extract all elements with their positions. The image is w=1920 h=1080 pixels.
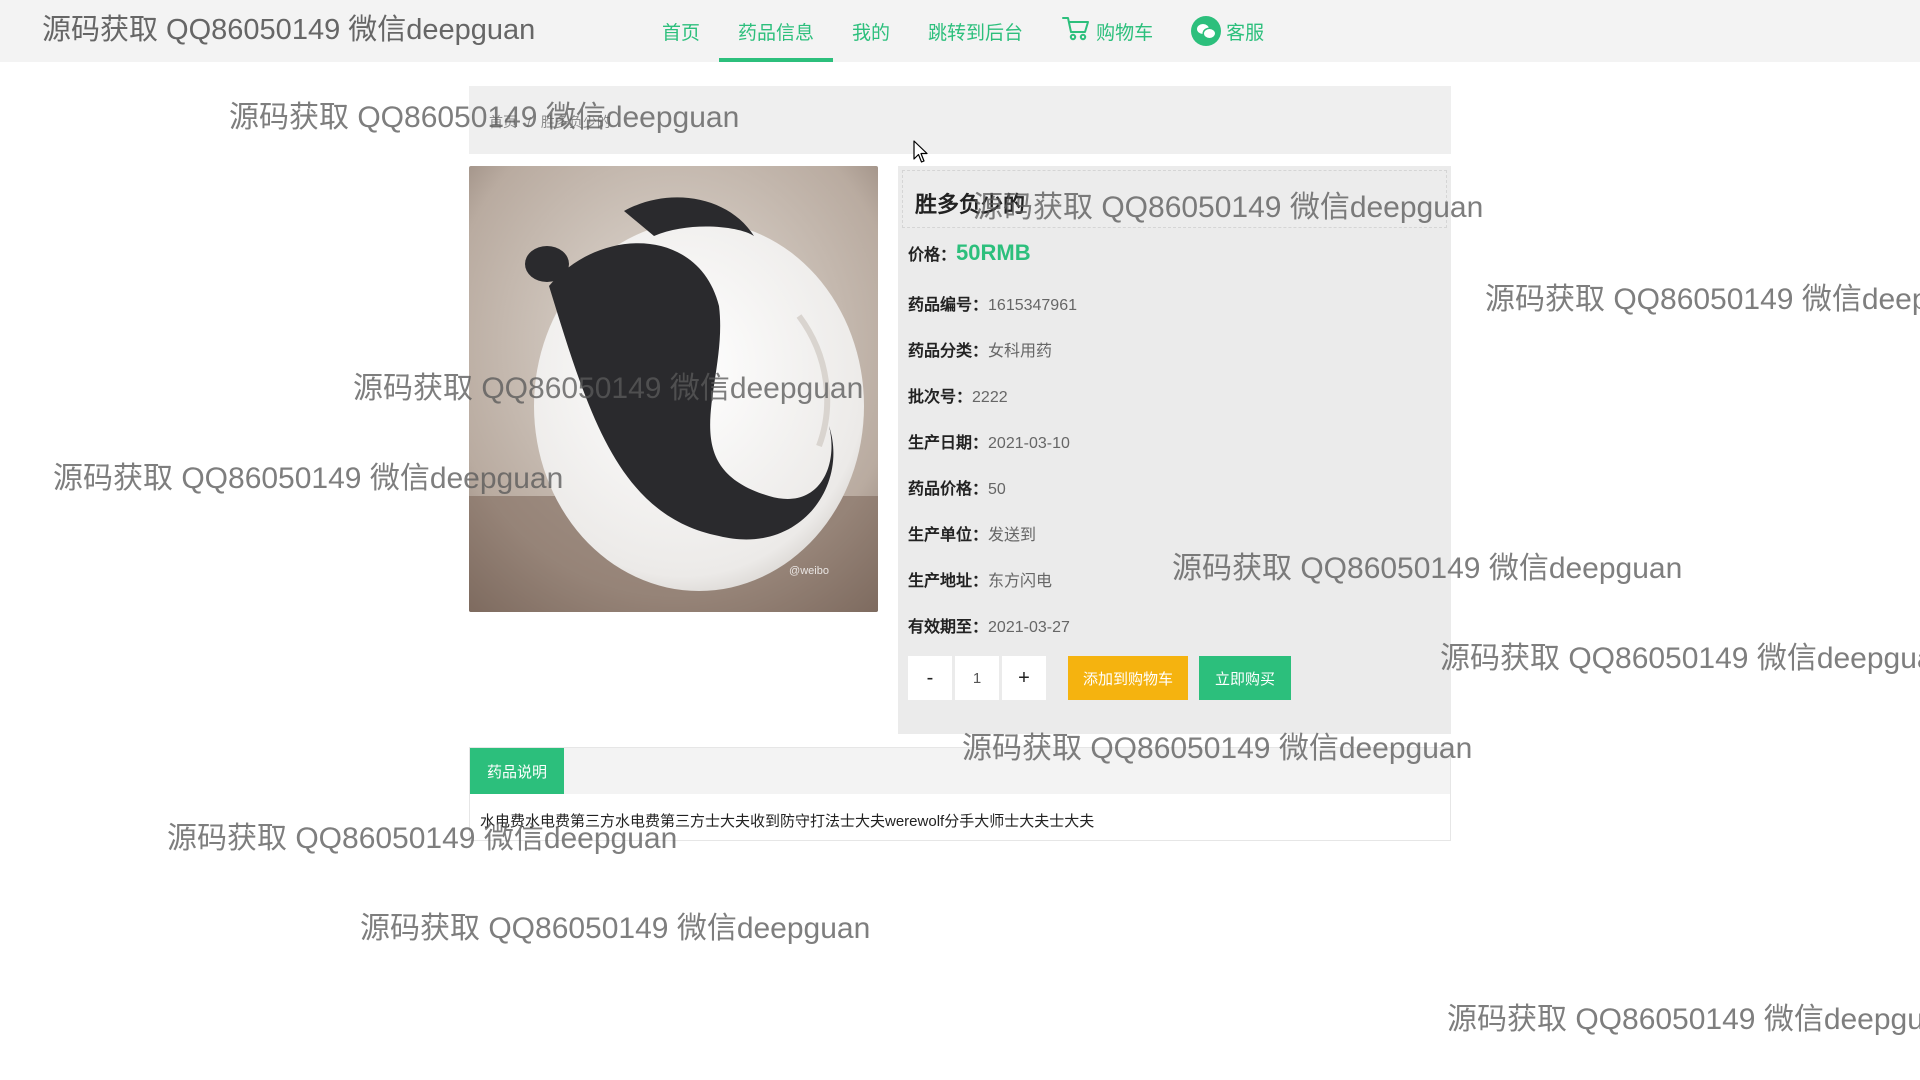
nav-customer-service-label: 客服: [1226, 22, 1265, 44]
field-row-code: 药品编号：1615347961: [908, 291, 1077, 315]
field-label: 生产单位：: [908, 527, 989, 544]
field-label: 药品编号：: [908, 297, 989, 314]
nav-medicine-info-label: 药品信息: [738, 22, 815, 44]
field-label: 生产日期：: [908, 435, 989, 452]
product-image: @weibo: [469, 166, 878, 612]
mouse-cursor-icon: [913, 140, 928, 163]
watermark: 源码获取 QQ86050149 微信deepguan: [1447, 1003, 1920, 1036]
field-value: 女科用药: [988, 343, 1053, 360]
field-row-price: 药品价格：50: [908, 475, 1006, 499]
nav-admin-jump-label: 跳转到后台: [928, 22, 1024, 44]
price-value: 50RMB: [956, 240, 1031, 265]
field-row-manufacturer: 生产单位：发送到: [908, 521, 1036, 545]
nav-admin-jump[interactable]: 跳转到后台: [909, 0, 1042, 62]
breadcrumb-separator: /: [527, 114, 531, 130]
field-row-batch: 批次号：2222: [908, 383, 1008, 407]
breadcrumb: 首页 / 胜多负少的: [489, 112, 611, 132]
breadcrumb-bar: 首页 / 胜多负少的: [469, 86, 1451, 154]
watermark: 源码获取 QQ86050149 微信deepguan: [360, 912, 871, 945]
top-navbar: 源码获取 QQ86050149 微信deepguan 首页 药品信息 我的 跳转…: [0, 0, 1920, 62]
field-value: 2021-03-27: [988, 619, 1070, 636]
field-value: 发送到: [988, 527, 1037, 544]
field-value: 1615347961: [988, 297, 1077, 314]
field-value: 东方闪电: [988, 573, 1053, 590]
nav-customer-service[interactable]: 客服: [1172, 0, 1283, 62]
main-nav: 首页 药品信息 我的 跳转到后台 购物车 客服: [643, 0, 1283, 62]
nav-home[interactable]: 首页: [643, 0, 719, 62]
tab-description[interactable]: 药品说明: [470, 748, 564, 794]
nav-home-label: 首页: [662, 22, 701, 44]
field-value: 2021-03-10: [988, 435, 1070, 452]
description-section: 药品说明 水电费水电费第三方水电费第三方士大夫收到防守打法士大夫werewolf…: [469, 747, 1451, 841]
field-label: 批次号：: [908, 389, 973, 406]
field-value: 2222: [972, 389, 1008, 406]
nav-cart[interactable]: 购物车: [1042, 0, 1172, 62]
product-title: 胜多负少的: [915, 192, 1026, 217]
site-logo-text: 源码获取 QQ86050149 微信deepguan: [42, 14, 536, 46]
nav-mine-label: 我的: [852, 22, 891, 44]
breadcrumb-current: 胜多负少的: [540, 114, 611, 130]
field-row-category: 药品分类：女科用药: [908, 337, 1052, 361]
add-to-cart-button[interactable]: 添加到购物车: [1068, 656, 1188, 700]
nav-mine[interactable]: 我的: [833, 0, 909, 62]
field-row-production-date: 生产日期：2021-03-10: [908, 429, 1070, 453]
nav-cart-label: 购物车: [1096, 22, 1154, 44]
description-text: 水电费水电费第三方水电费第三方士大夫收到防守打法士大夫werewolf分手大师士…: [480, 813, 1095, 830]
cart-icon: [1061, 14, 1091, 48]
quantity-input[interactable]: [955, 656, 999, 700]
field-label: 药品分类：: [908, 343, 989, 360]
field-label: 药品价格：: [908, 481, 989, 498]
field-row-address: 生产地址：东方闪电: [908, 567, 1052, 591]
quantity-plus-button[interactable]: +: [1002, 656, 1046, 700]
buy-now-button[interactable]: 立即购买: [1199, 656, 1291, 700]
panda-photo: @weibo: [469, 166, 878, 612]
quantity-minus-button[interactable]: -: [908, 656, 952, 700]
product-title-box: 胜多负少的: [902, 170, 1447, 228]
description-tab-bar: 药品说明: [470, 748, 1450, 794]
wechat-icon: [1191, 16, 1222, 46]
field-label: 有效期至：: [908, 619, 989, 636]
field-row-expiry: 有效期至：2021-03-27: [908, 613, 1070, 637]
breadcrumb-home[interactable]: 首页: [489, 114, 517, 130]
watermark: 源码获取 QQ86050149 微信deepguan: [1440, 642, 1920, 675]
product-detail-panel: 胜多负少的 价格：50RMB 药品编号：1615347961 药品分类：女科用药…: [898, 166, 1451, 734]
nav-medicine-info[interactable]: 药品信息: [719, 0, 834, 62]
field-value: 50: [988, 481, 1006, 498]
watermark: 源码获取 QQ86050149 微信deepguan: [1485, 283, 1920, 316]
field-label: 生产地址：: [908, 573, 989, 590]
price-label: 价格：: [908, 247, 957, 264]
svg-text:@weibo: @weibo: [789, 565, 829, 577]
price-row: 价格：50RMB: [908, 240, 1031, 266]
